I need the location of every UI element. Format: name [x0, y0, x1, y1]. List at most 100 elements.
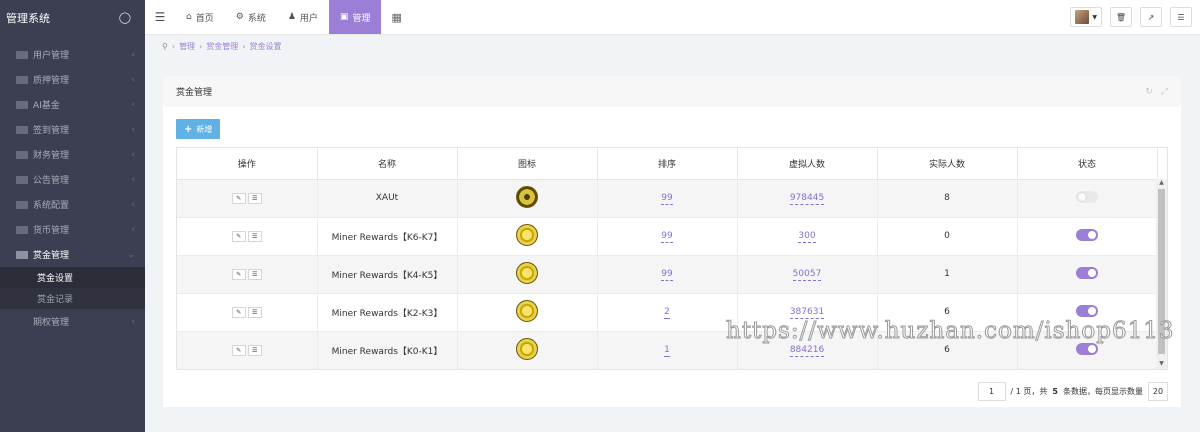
- sort-link[interactable]: 99: [661, 231, 673, 243]
- sidebar-item-label: 财务管理: [33, 151, 70, 161]
- chevron-left-icon: ‹: [131, 74, 135, 85]
- status-toggle[interactable]: [1076, 266, 1098, 279]
- sidebar-item[interactable]: 赏金管理 ⌄: [0, 242, 145, 267]
- breadcrumb-item[interactable]: 赏金管理: [206, 41, 238, 52]
- name-cell: Miner Rewards【K4-K5】: [317, 255, 458, 294]
- top-tab-label: 管理: [352, 13, 371, 24]
- virtual-count-link[interactable]: 300: [798, 231, 816, 243]
- sidebar-subitem[interactable]: 赏金设置: [0, 267, 145, 288]
- sidebar-item[interactable]: AI基金 ‹: [0, 92, 145, 117]
- sort-link[interactable]: 1: [664, 345, 670, 357]
- status-toggle[interactable]: [1076, 304, 1098, 317]
- theme-drop-icon[interactable]: ◯: [119, 11, 131, 24]
- column-header[interactable]: 虚拟人数: [737, 148, 878, 180]
- chevron-left-icon: ‹: [131, 149, 135, 160]
- user-avatar-button[interactable]: ▼: [1070, 7, 1102, 27]
- list-icon[interactable]: ☰: [247, 230, 262, 242]
- sort-cell: 99: [597, 217, 738, 256]
- icon-cell: [457, 217, 598, 256]
- sidebar: 管理系统 ◯ 用户管理 ‹ 质押管理 ‹ AI基金 ‹ 签到管理 ‹ 财务管理 …: [0, 0, 145, 432]
- sidebar-item-label: 系统配置: [33, 201, 70, 211]
- scroll-down-icon[interactable]: ▼: [1156, 360, 1167, 369]
- sidebar-item[interactable]: 质押管理 ‹: [0, 67, 145, 92]
- top-tab[interactable]: ⚙ 系统: [225, 0, 277, 34]
- column-header[interactable]: 实际人数: [877, 148, 1018, 180]
- breadcrumb-item[interactable]: 管理: [179, 41, 195, 52]
- list-icon[interactable]: ☰: [247, 344, 262, 356]
- sidebar-item[interactable]: 货币管理 ‹: [0, 217, 145, 242]
- chevron-left-icon: ‹: [131, 316, 135, 327]
- chevron-left-icon: ‹: [131, 199, 135, 210]
- edit-icon[interactable]: ✎: [231, 192, 246, 204]
- topbar: ☰ ⌂ 首页 ⚙ 系统 ♟ 用户 ▣ 管理 ▦ ▼ 🗑 ↗ ☰: [145, 0, 1200, 35]
- name-cell: Miner Rewards【K2-K3】: [317, 293, 458, 332]
- virtual-count-link[interactable]: 50057: [792, 269, 822, 281]
- top-tab-label: 系统: [247, 13, 266, 24]
- edit-icon[interactable]: ✎: [231, 230, 246, 242]
- sort-link[interactable]: 99: [661, 269, 673, 281]
- list-icon[interactable]: ☰: [247, 192, 262, 204]
- sidebar-toggle-icon[interactable]: ☰: [145, 0, 175, 34]
- status-toggle[interactable]: [1076, 228, 1098, 241]
- sidebar-item[interactable]: 期权管理 ‹: [0, 309, 145, 334]
- refresh-icon[interactable]: ↻: [1145, 87, 1153, 97]
- gift-icon: [16, 250, 28, 259]
- add-button[interactable]: + 新增: [176, 119, 221, 139]
- menu-icon: ☰: [1177, 12, 1185, 22]
- table-header-row: 操作 名称 图标 排序 虚拟人数 实际人数 状态: [177, 148, 1158, 180]
- sort-link[interactable]: 2: [664, 307, 670, 319]
- external-link-icon: ↗: [1147, 12, 1155, 22]
- row-actions-cell: ✎ ☰: [177, 179, 318, 218]
- grid-menu-icon[interactable]: ▦: [381, 0, 411, 34]
- page-number-input[interactable]: 1: [977, 382, 1006, 401]
- name-cell: Miner Rewards【K0-K1】: [317, 331, 458, 369]
- fullscreen-button[interactable]: ☰: [1170, 7, 1192, 27]
- scroll-up-icon[interactable]: ▲: [1156, 179, 1167, 188]
- gears-icon: [16, 200, 28, 209]
- table-row: ✎ ☰ XAUt 99 978445 8: [177, 179, 1158, 218]
- edit-icon[interactable]: ✎: [231, 344, 246, 356]
- sidebar-subitem[interactable]: 赏金记录: [0, 288, 145, 309]
- sidebar-item[interactable]: 系统配置 ‹: [0, 192, 145, 217]
- list-icon[interactable]: ☰: [247, 306, 262, 318]
- status-toggle[interactable]: [1076, 342, 1098, 355]
- expand-icon[interactable]: ⤢: [1161, 87, 1168, 97]
- sidebar-item[interactable]: 用户管理 ‹: [0, 42, 145, 67]
- virtual-count-link[interactable]: 978445: [789, 193, 825, 205]
- location-pin-icon: ⚲: [162, 41, 168, 51]
- sidebar-item[interactable]: 公告管理 ‹: [0, 167, 145, 192]
- top-tab[interactable]: ⌂ 首页: [175, 0, 225, 34]
- sort-link[interactable]: 99: [661, 193, 673, 205]
- caret-down-icon: ▼: [1092, 13, 1097, 21]
- virtual-count-link[interactable]: 884216: [789, 345, 825, 357]
- page-size-input[interactable]: 20: [1148, 382, 1168, 401]
- column-header[interactable]: 状态: [1017, 148, 1158, 180]
- monitor-icon: [16, 100, 28, 109]
- icon-cell: [457, 255, 598, 294]
- sidebar-item[interactable]: 签到管理 ‹: [0, 117, 145, 142]
- clear-cache-button[interactable]: 🗑: [1110, 7, 1132, 27]
- top-tab[interactable]: ▣ 管理: [328, 0, 382, 34]
- table-row: ✎ ☰ Miner Rewards【K6-K7】 99 300 0: [177, 217, 1158, 256]
- name-cell: Miner Rewards【K6-K7】: [317, 217, 458, 256]
- pagination: 1 / 1 页，共 5 条数据，每页显示数量 20: [977, 382, 1168, 401]
- status-toggle[interactable]: [1076, 190, 1098, 203]
- top-tab[interactable]: ♟ 用户: [277, 0, 329, 34]
- column-header[interactable]: 名称: [317, 148, 458, 180]
- column-header[interactable]: 排序: [597, 148, 738, 180]
- pages-text: / 1 页，共: [1010, 387, 1048, 396]
- main-panel: 赏金管理 ↻ ⤢ + 新增 操作 名称 图标 排序 虚拟人数 实际人数 状态 ✎ ☰ XAU…: [163, 76, 1181, 407]
- column-header[interactable]: 图标: [457, 148, 598, 180]
- edit-icon[interactable]: ✎: [231, 306, 246, 318]
- sort-cell: 2: [597, 293, 738, 332]
- row-actions-cell: ✎ ☰: [177, 255, 318, 294]
- external-link-button[interactable]: ↗: [1140, 7, 1162, 27]
- breadcrumb-item[interactable]: 赏金设置: [249, 41, 281, 52]
- edit-icon[interactable]: ✎: [231, 268, 246, 280]
- total-count: 5: [1052, 387, 1058, 396]
- list-icon[interactable]: ☰: [247, 268, 262, 280]
- column-header[interactable]: 操作: [177, 148, 318, 180]
- chevron-left-icon: ‹: [131, 124, 135, 135]
- sidebar-item[interactable]: 财务管理 ‹: [0, 142, 145, 167]
- panel-tools: ↻ ⤢: [1145, 87, 1168, 97]
